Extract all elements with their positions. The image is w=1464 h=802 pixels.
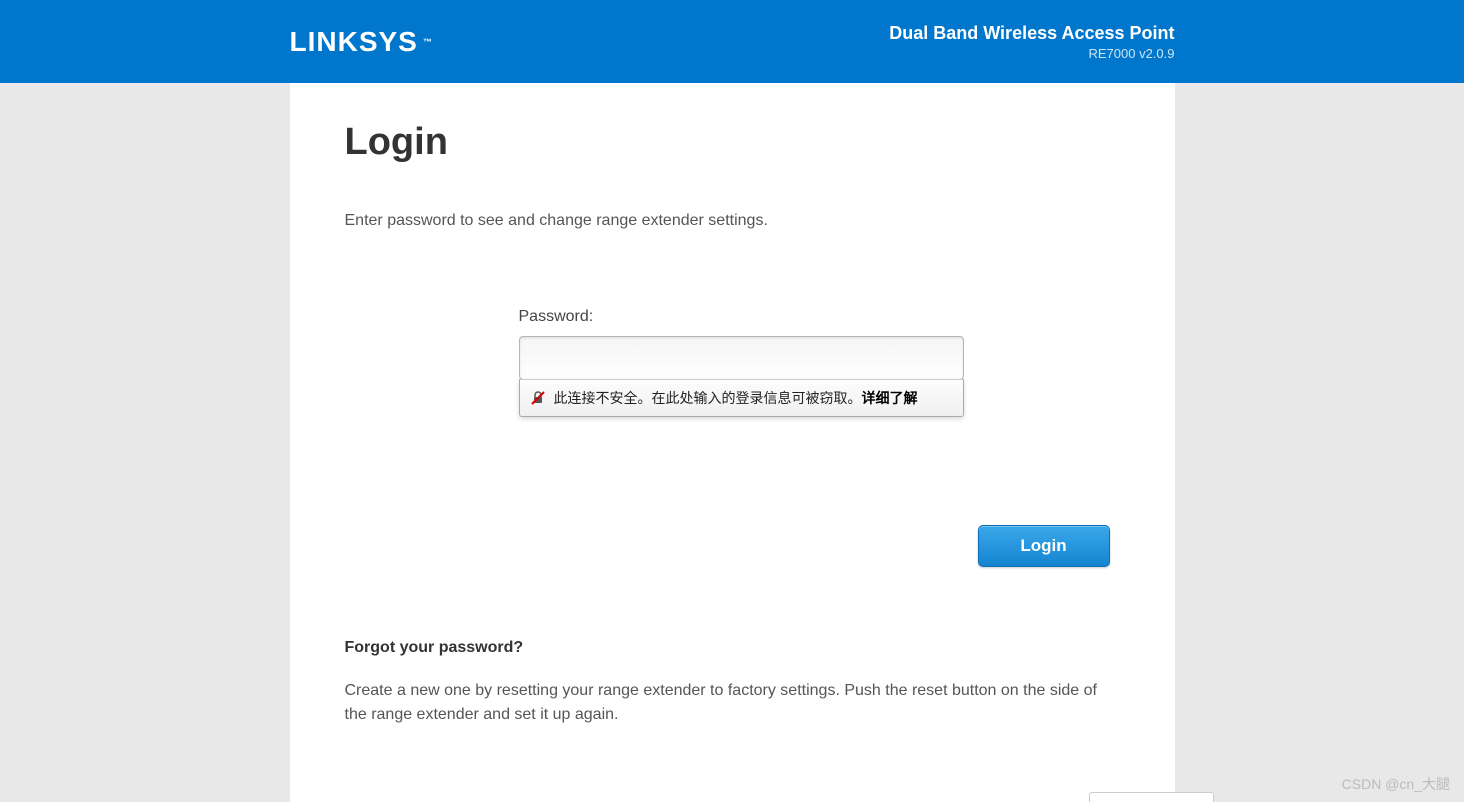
warning-learn-more-link[interactable]: 详细了解 [862,390,918,406]
header-inner: LINKSYS ™ Dual Band Wireless Access Point… [290,0,1175,83]
forgot-password-title: Forgot your password? [345,639,1120,657]
csdn-watermark: CSDN @cn_大腿 [1342,774,1450,794]
linksys-logo: LINKSYS ™ [290,26,434,58]
forgot-password-section: Forgot your password? Create a new one b… [345,639,1120,727]
warning-text: 此连接不安全。在此处输入的登录信息可被窃取。详细了解 [554,388,953,408]
password-input[interactable] [519,336,964,380]
logo-trademark: ™ [423,37,434,47]
header-bar: LINKSYS ™ Dual Band Wireless Access Point… [0,0,1464,83]
product-version: RE7000 v2.0.9 [889,46,1174,61]
login-instruction: Enter password to see and change range e… [345,212,1120,230]
insecure-connection-warning: 此连接不安全。在此处输入的登录信息可被窃取。详细了解 [519,379,964,417]
logo-text: LINKSYS [290,26,418,58]
password-label: Password: [519,308,964,326]
login-button[interactable]: Login [978,525,1110,567]
insecure-lock-icon [530,390,546,406]
product-title: Dual Band Wireless Access Point [889,23,1174,44]
button-row: Login [345,525,1120,567]
login-form: Password: 此连接不安全。在此处输入的登录信息可被窃取。详细了解 [519,308,964,380]
warning-message: 此连接不安全。在此处输入的登录信息可被窃取。 [554,390,862,406]
language-selector[interactable] [1089,792,1214,802]
main-content: Login Enter password to see and change r… [290,83,1175,802]
page-title: Login [345,121,1120,164]
header-product-info: Dual Band Wireless Access Point RE7000 v… [889,23,1174,61]
forgot-password-text: Create a new one by resetting your range… [345,679,1120,727]
